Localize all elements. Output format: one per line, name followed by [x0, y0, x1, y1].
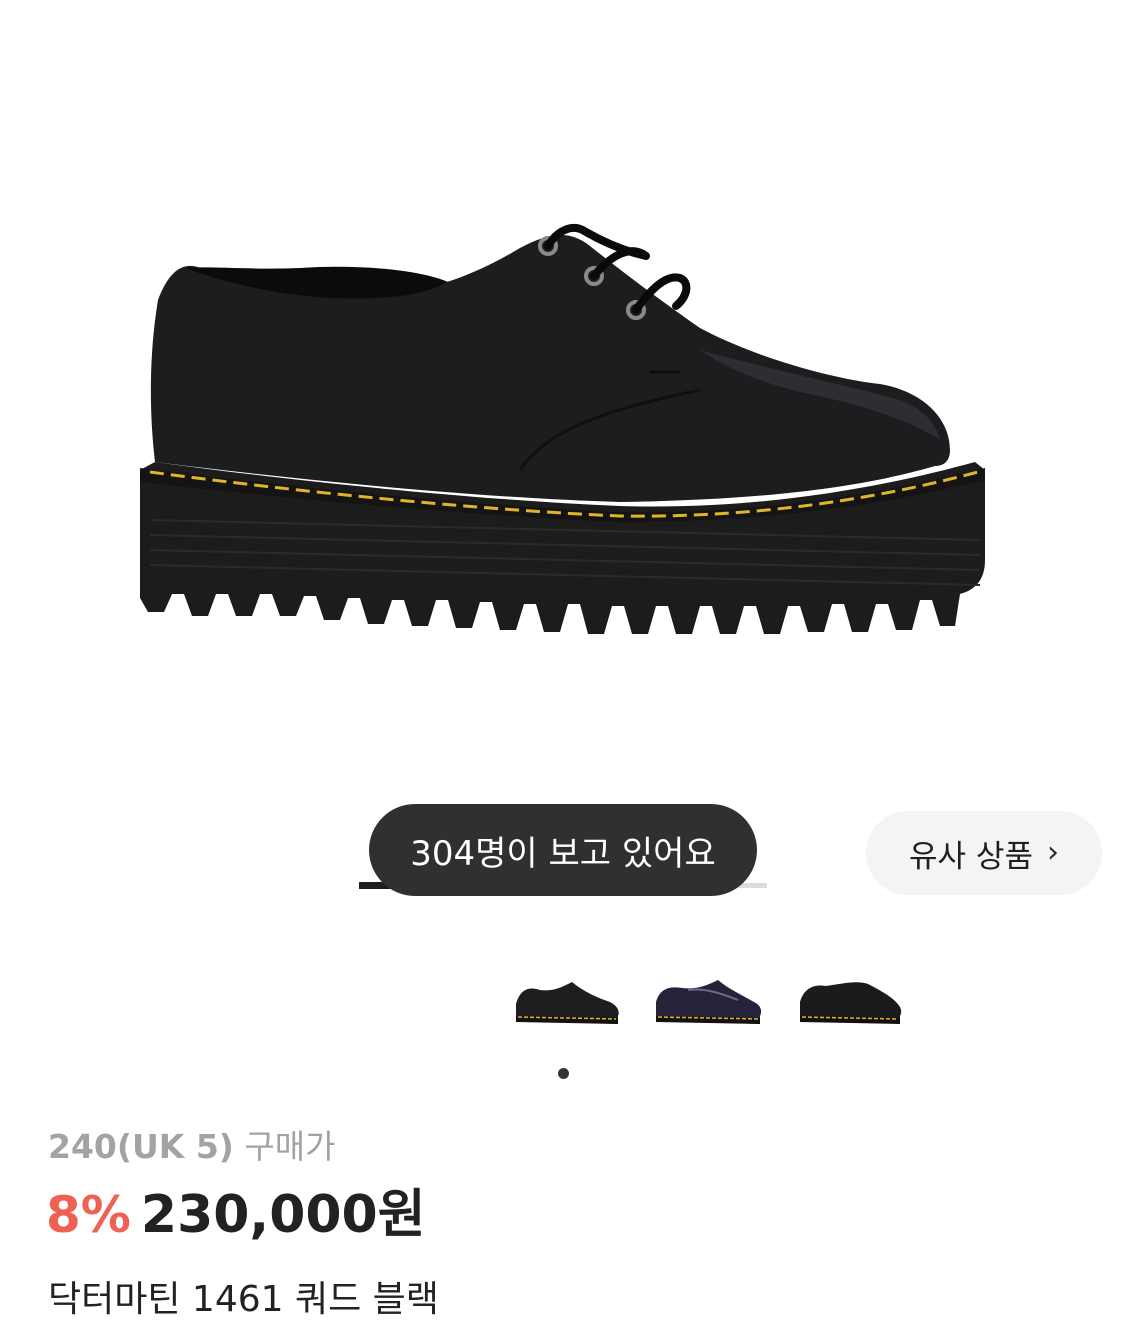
- product-detail-screen: 304명이 보고 있어요 유사 상품 › 240(UK 5) 구매가 8% 23…: [0, 0, 1125, 1323]
- price-type-label: 구매가: [244, 1127, 336, 1166]
- thumbnail-black-smooth[interactable]: [506, 962, 626, 1038]
- similar-products-label: 유사 상품: [909, 838, 1033, 875]
- thumbnail-image: [800, 982, 902, 1024]
- thumbnail-image: [656, 980, 762, 1024]
- selected-size: 240(UK 5): [48, 1127, 234, 1166]
- page-indicator-dot: [558, 1068, 569, 1079]
- chevron-right-icon: ›: [1046, 834, 1059, 870]
- shoe-illustration: [140, 224, 985, 634]
- viewers-badge-text: 304명이 보고 있어요: [410, 833, 716, 874]
- discount-rate: 8%: [46, 1186, 131, 1244]
- similar-products-button[interactable]: 유사 상품 ›: [866, 811, 1102, 895]
- color-variant-thumbnails: [498, 962, 918, 1038]
- thumbnail-image: [516, 982, 619, 1024]
- thumbnail-navy-polished[interactable]: [648, 962, 768, 1038]
- viewers-badge: 304명이 보고 있어요: [369, 804, 757, 896]
- product-hero-image[interactable]: [0, 0, 1125, 800]
- product-price: 230,000원: [140, 1185, 426, 1245]
- size-and-price-type: 240(UK 5) 구매가: [48, 1120, 335, 1168]
- product-name: 닥터마틴 1461 쿼드 블랙: [48, 1279, 439, 1320]
- thumbnail-black-slip-on[interactable]: [790, 962, 910, 1038]
- price-row: 8% 230,000원: [46, 1172, 426, 1247]
